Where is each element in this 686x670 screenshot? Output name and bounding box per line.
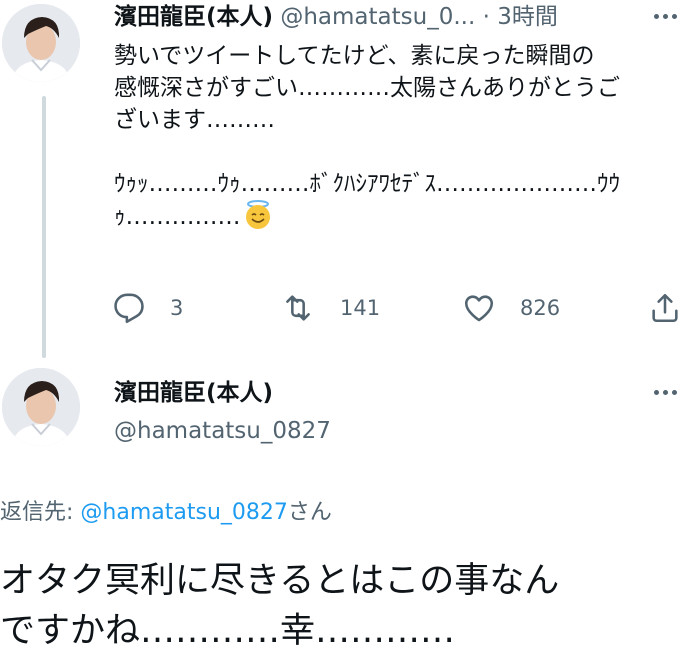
tweet-header: 濱田龍臣(本人) @hamatatsu_0... · 3時間 [114,2,634,34]
profile-photo-icon [2,4,80,82]
share-button[interactable] [648,288,682,328]
tweet-actions: 3 141 826 [112,288,684,328]
share-icon [652,293,678,323]
tweet-time[interactable]: · 3時間 [483,4,558,30]
reply-to-mention[interactable]: @hamatatsu_0827 [80,500,287,525]
retweet-icon [286,295,310,321]
more-icon[interactable] [654,390,677,395]
smiling-face-with-halo-icon [245,200,270,229]
heart-icon [464,295,494,322]
avatar[interactable] [2,368,80,446]
thread-line [42,96,46,358]
retweet-count: 141 [340,296,381,320]
tweet-main-text: オタク冥利に尽きるとはこの事なん ですかね…………幸………… [0,561,560,651]
like-button[interactable]: 826 [462,288,560,328]
reply-icon [114,293,144,324]
like-count: 826 [520,296,561,320]
more-icon[interactable] [654,14,677,19]
reply-to-line: 返信先: @hamatatsu_0827さん [0,498,332,528]
avatar[interactable] [2,4,80,82]
retweet-button[interactable]: 141 [280,288,380,328]
author-handle[interactable]: @hamatatsu_0... [280,4,475,30]
reply-to-label: 返信先: [0,500,81,525]
reply-button[interactable]: 3 [112,288,183,328]
tweet-text-content: 勢いでツイートしてたけど、素に戻った瞬間の 感慨深さがすごい…………太陽さんあり… [114,43,620,230]
reply-to-suffix: さん [287,500,332,525]
author-handle[interactable]: @hamatatsu_0827 [114,416,331,446]
reply-count: 3 [170,296,184,320]
author-name[interactable]: 濱田龍臣(本人) [114,4,273,30]
tweet-text: 勢いでツイートしてたけど、素に戻った瞬間の 感慨深さがすごい…………太陽さんあり… [114,40,670,233]
profile-photo-icon [2,368,80,446]
author-name[interactable]: 濱田龍臣(本人) [114,378,273,408]
